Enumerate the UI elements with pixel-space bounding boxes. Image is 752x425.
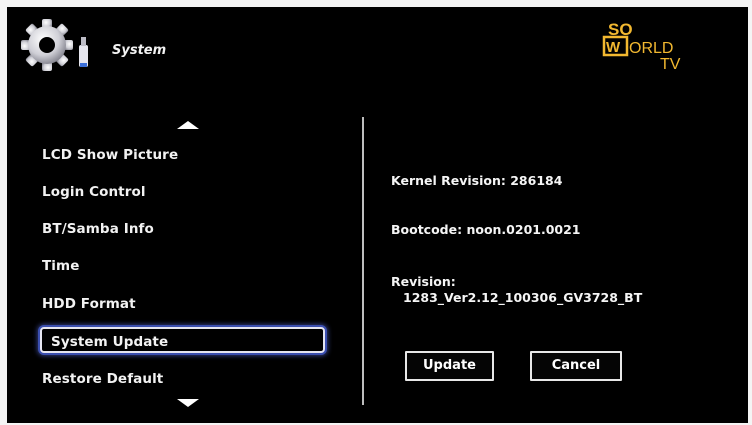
panel-divider [362, 117, 364, 405]
scroll-up-icon[interactable] [177, 121, 199, 129]
kernel-revision-text: Kernel Revision: 286184 [391, 173, 563, 188]
menu-item-bt-samba-info[interactable]: BT/Samba Info [42, 221, 154, 237]
system-gear-icon [19, 17, 95, 73]
revision-label: Revision: [391, 274, 456, 289]
so-world-tv-logo: SO W ORLD TV [592, 17, 702, 73]
page-title: System [112, 43, 167, 58]
cancel-button[interactable]: Cancel [530, 351, 622, 381]
menu-item-restore-default[interactable]: Restore Default [42, 371, 163, 387]
menu-item-time[interactable]: Time [42, 258, 79, 274]
svg-text:ORLD: ORLD [629, 40, 673, 57]
update-button[interactable]: Update [405, 351, 494, 381]
menu-item-system-update[interactable]: System Update [40, 327, 325, 353]
svg-text:TV: TV [660, 56, 681, 73]
bootcode-text: Bootcode: noon.0201.0021 [391, 222, 581, 237]
revision-value: 1283_Ver2.12_100306_GV3728_BT [403, 290, 643, 305]
menu-item-login-control[interactable]: Login Control [42, 184, 146, 200]
scroll-down-icon[interactable] [177, 399, 199, 407]
menu-item-hdd-format[interactable]: HDD Format [42, 296, 136, 312]
menu-item-lcd-show-picture[interactable]: LCD Show Picture [42, 147, 178, 163]
svg-text:W: W [606, 39, 621, 56]
system-settings-screen: System SO W ORLD TV LCD Show Picture Log… [7, 7, 748, 423]
